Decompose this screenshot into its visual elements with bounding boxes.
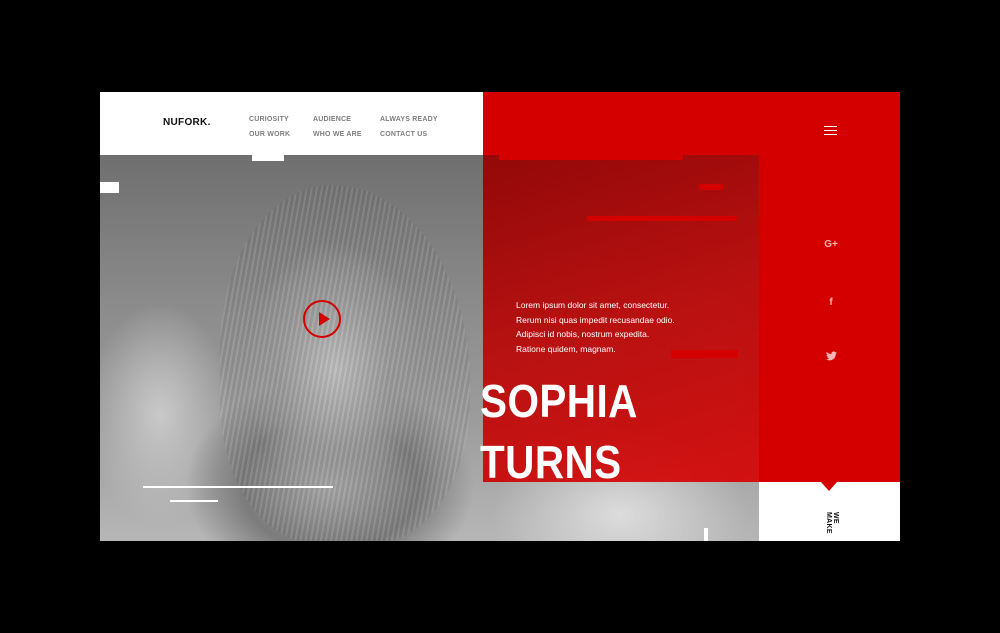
twitter-bird-glyph [825,351,837,361]
nav-link-contact-us[interactable]: CONTACT US [380,127,438,142]
twitter-icon[interactable] [824,351,838,364]
deco-line [170,500,218,502]
paragraph-line: Lorem ipsum dolor sit amet, consectetur. [516,300,670,310]
deco-bar [704,528,708,541]
side-vertical-label: WE MAKE [825,512,839,534]
nav-link-audience[interactable]: AUDIENCE [313,112,362,127]
nav-link-curiosity[interactable]: CURIOSITY [249,112,290,127]
facebook-icon[interactable]: f [824,297,838,308]
top-header: NUFORK. CURIOSITY OUR WORK AUDIENCE WHO … [100,92,483,155]
paragraph-line: Adipisci id nobis, nostrum expedita. [516,329,650,339]
nav-column-2: AUDIENCE WHO WE ARE [313,112,362,142]
play-icon[interactable] [303,300,341,338]
panel-notch [821,482,837,491]
deco-bar [100,182,119,193]
deco-line [143,486,333,488]
hero-paragraph: Lorem ipsum dolor sit amet, consectetur.… [516,298,716,356]
hero-frame: NUFORK. CURIOSITY OUR WORK AUDIENCE WHO … [100,92,900,541]
paragraph-line: Rerum nisi quas impedit recusandae odio. [516,314,675,325]
nav-link-always-ready[interactable]: ALWAYS READY [380,112,438,127]
logo[interactable]: NUFORK. [163,117,211,128]
google-plus-icon[interactable]: G+ [824,239,838,250]
nav-link-who-we-are[interactable]: WHO WE ARE [313,127,362,142]
headline-line-2: TURNS [480,436,622,488]
nav-column-1: CURIOSITY OUR WORK [249,112,290,142]
deco-bar [499,155,683,160]
menu-icon[interactable] [824,126,837,136]
deco-bar [699,184,723,190]
deco-bar [252,155,284,161]
side-red-strip [759,92,900,482]
nav-link-our-work[interactable]: OUR WORK [249,127,290,142]
nav-column-3: ALWAYS READY CONTACT US [380,112,438,142]
headline-line-1: SOPHIA [480,375,638,427]
deco-bar [587,216,737,221]
paragraph-line: Ratione quidem, magnam. [516,343,616,354]
